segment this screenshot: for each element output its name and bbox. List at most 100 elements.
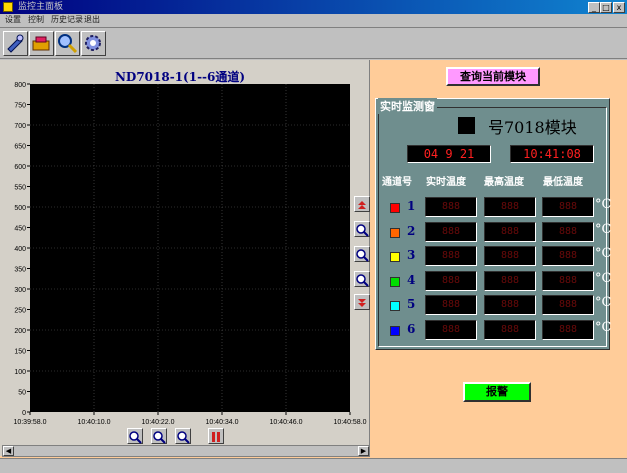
zoom-out-button[interactable] [354,271,370,287]
alarm-button[interactable]: 报警 [463,382,531,402]
current-temp-display: 888 [425,319,477,340]
min-temp-display: 888 [542,270,594,291]
unit-label: °C [595,197,612,212]
pause-button[interactable] [208,428,224,444]
zoom-in-button[interactable] [354,221,370,237]
header-current-temp: 实时温度 [426,177,466,188]
y-tick-label: 400 [14,246,26,253]
app-icon[interactable] [3,2,13,12]
bottom-zoom-fit-button[interactable] [151,428,167,444]
module-button[interactable] [29,31,54,56]
max-temp-display: 888 [484,221,536,242]
search-button[interactable] [55,31,80,56]
y-tick-label: 600 [14,164,26,171]
channel-color-chip [390,276,400,287]
bottom-zoom-out-button[interactable] [175,428,191,444]
max-temp-display: 888 [484,270,536,291]
y-tick-label: 700 [14,123,26,130]
channel-number: 1 [407,199,416,213]
y-tick-label: 300 [14,287,26,294]
scroll-left-arrow[interactable]: ◀ [3,446,14,456]
header-channel: 通道号 [382,177,412,188]
y-tick-label: 800 [14,82,26,89]
toolbar [0,27,627,59]
channel-number: 4 [407,272,416,287]
current-temp-display: 888 [425,295,477,315]
zoom-fit-icon [153,431,166,444]
query-module-button[interactable]: 查询当前模块 [446,67,540,86]
monitor-label: 实时监测窗 [378,98,437,114]
scroll-up-icon [358,201,366,209]
scroll-down-icon [358,299,366,307]
max-temp-display: 888 [484,197,536,217]
menu-settings[interactable]: 设置 [5,14,21,26]
channel-color-chip [390,203,400,213]
channel-color-chip [390,301,400,311]
y-tick-label: 0 [22,410,26,417]
scroll-down-button[interactable] [354,294,370,310]
menu-history[interactable]: 历史记录 [51,14,83,26]
current-temp-display: 888 [425,246,477,266]
menu-bar: 设置 控制 历史记录 退出 [0,14,627,26]
search-icon [58,34,78,54]
x-tick-label: 10:40:46.0 [269,419,302,426]
x-tick-label: 10:40:10.0 [77,419,110,426]
x-tick-label: 10:40:34.0 [205,419,238,426]
y-tick-label: 500 [14,205,26,212]
y-tick-label: 150 [14,349,26,356]
horizontal-scrollbar[interactable]: ◀ ▶ [2,445,370,457]
temperature-chart[interactable]: 0 50 100 150 200 250 300 350 400 450 500 550 600 650 7… [0,60,370,430]
min-temp-display: 888 [542,197,594,217]
header-max-temp: 最高温度 [484,177,524,188]
y-tick-label: 750 [14,103,26,110]
max-temp-display: 888 [484,295,536,315]
channel-number: 6 [407,321,416,336]
zoom-in-icon [129,431,142,444]
scroll-right-arrow[interactable]: ▶ [358,446,369,456]
x-tick-label: 10:40:22.0 [141,419,174,426]
min-temp-display: 888 [542,246,594,266]
menu-control[interactable]: 控制 [28,14,44,26]
pause-icon [212,432,220,442]
unit-label: °C [595,295,612,310]
module-number-box [458,117,475,134]
max-temp-display: 888 [484,319,536,340]
channel-number: 3 [407,248,416,262]
y-tick-label: 450 [14,226,26,233]
zoom-out-icon [177,431,190,444]
title-bar [0,0,627,14]
x-tick-label: 10:40:58.0 [333,419,366,426]
y-tick-label: 650 [14,144,26,151]
window-title: 监控主面板 [18,2,64,12]
unit-label: °C [595,319,612,335]
y-tick-label: 50 [18,390,26,397]
settings-button[interactable] [3,31,28,56]
x-tick-label: 10:39:58.0 [13,419,46,426]
zoom-fit-icon [356,249,369,262]
channel-color-chip [390,227,400,238]
menu-exit[interactable]: 退出 [84,14,100,26]
zoom-out-icon [356,274,369,287]
gear-icon [85,35,101,51]
minimize-button[interactable]: _ [588,2,600,13]
unit-label: °C [595,270,612,286]
current-temp-display: 888 [425,221,477,242]
y-tick-label: 200 [14,328,26,335]
gear-button[interactable] [81,31,106,56]
y-tick-label: 350 [14,267,26,274]
unit-label: °C [595,246,612,261]
header-min-temp: 最低温度 [543,177,583,188]
scroll-up-button[interactable] [354,196,370,212]
channel-color-chip [390,325,400,336]
settings-icon [7,34,24,53]
zoom-fit-button[interactable] [354,246,370,262]
time-display: 10:41:08 [510,145,594,163]
min-temp-display: 888 [542,221,594,242]
channel-number: 5 [407,297,416,311]
close-button[interactable]: x [613,2,625,13]
module-title: 号7018模块 [488,118,577,137]
current-temp-display: 888 [425,197,477,217]
min-temp-display: 888 [542,295,594,315]
bottom-zoom-in-button[interactable] [127,428,143,444]
maximize-button[interactable]: □ [600,2,612,13]
